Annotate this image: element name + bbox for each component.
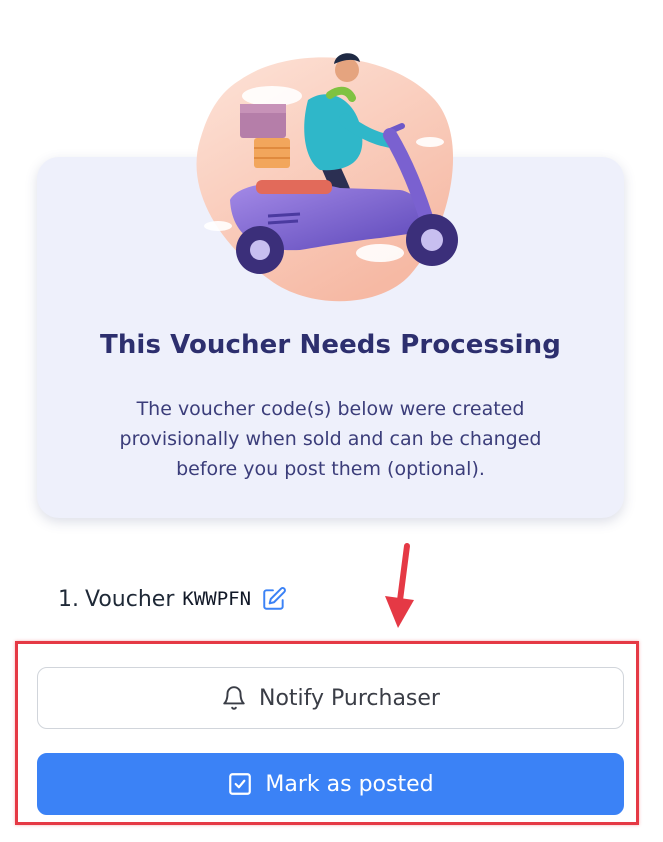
- card-description: The voucher code(s) below were created p…: [119, 398, 542, 480]
- card-title: This Voucher Needs Processing: [99, 330, 562, 360]
- edit-pencil-icon[interactable]: [261, 586, 287, 612]
- delivery-scooter-illustration: [196, 53, 458, 302]
- red-annotation-arrow: [385, 543, 414, 628]
- voucher-index: 1.: [58, 586, 79, 612]
- notify-purchaser-label: Notify Purchaser: [259, 685, 440, 711]
- check-square-icon: [229, 773, 252, 795]
- bell-icon: [223, 686, 245, 710]
- voucher-list-item: 1. Voucher KWWPFN: [58, 582, 287, 616]
- mark-as-posted-button[interactable]: Mark as posted: [37, 753, 624, 815]
- notify-purchaser-button[interactable]: Notify Purchaser: [37, 667, 624, 729]
- voucher-code: KWWPFN: [182, 588, 252, 610]
- voucher-label: Voucher: [85, 586, 175, 612]
- mark-as-posted-label: Mark as posted: [265, 771, 434, 797]
